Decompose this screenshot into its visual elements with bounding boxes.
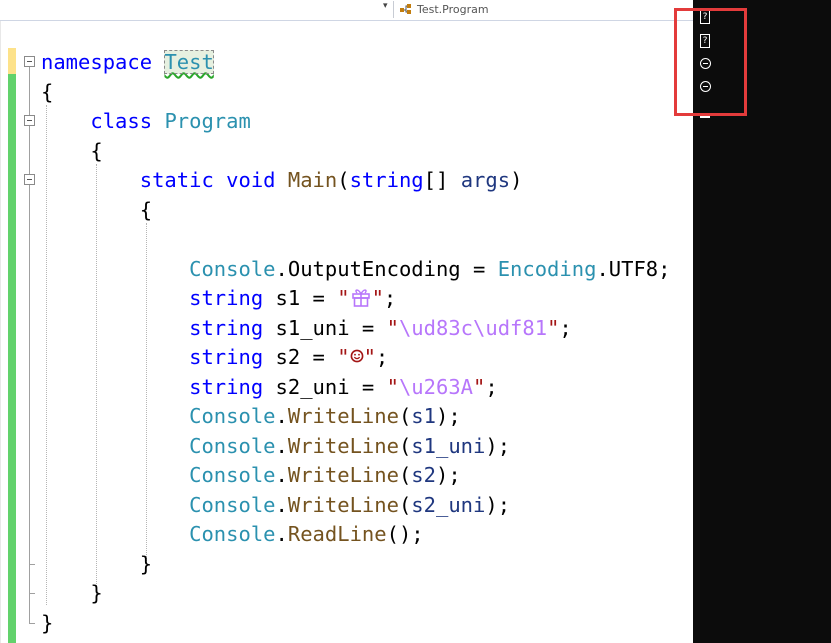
class-icon (400, 4, 411, 14)
code-line: class Program (90, 109, 251, 133)
gutter (0, 21, 1, 643)
code-line: namespace Test (41, 50, 214, 74)
gift-icon (351, 289, 370, 307)
namespace-name[interactable]: Test (164, 50, 214, 74)
code-line: Console.OutputEncoding = Encoding.UTF8; (189, 257, 671, 281)
fold-end (29, 564, 35, 565)
collapse-class-toggle[interactable] (24, 115, 35, 126)
smiley-icon (350, 349, 363, 363)
code-line: string s1 = " "; (189, 286, 397, 310)
change-indicator-unsaved (8, 48, 16, 74)
chevron-down-icon[interactable]: ▾ (383, 1, 388, 11)
fold-end (29, 623, 35, 624)
code-line: } (41, 611, 54, 635)
code-line: Console.WriteLine(s1); (189, 404, 461, 428)
code-line: { (139, 198, 153, 222)
code-line: string s2 = " "; (189, 345, 389, 369)
collapse-namespace-toggle[interactable] (24, 56, 35, 67)
code-line: { (41, 80, 54, 104)
console-cursor (700, 116, 710, 118)
code-line: Console.ReadLine(); (189, 522, 424, 546)
navigation-bar: ▾ Test.Program (0, 0, 693, 21)
namespace-dropdown[interactable] (0, 1, 394, 18)
change-indicator-saved (8, 74, 16, 643)
code-line: string s2_uni = "\u263A"; (189, 375, 498, 399)
fold-line (29, 67, 30, 623)
highlight-frame (674, 8, 747, 116)
code-line: static void Main(string[] args) (139, 168, 523, 192)
type-dropdown-label: Test.Program (417, 3, 489, 16)
code-line: } (139, 552, 153, 576)
code-line: Console.WriteLine(s2); (189, 463, 461, 487)
code-line: Console.WriteLine(s1_uni); (189, 434, 511, 458)
code-line: Console.WriteLine(s2_uni); (189, 493, 511, 517)
code-line: { (90, 139, 103, 163)
collapse-method-toggle[interactable] (24, 174, 35, 185)
code-line: } (90, 581, 103, 605)
fold-end (29, 593, 35, 594)
code-editor[interactable]: namespace Test { class Program { static … (0, 21, 693, 643)
code-line: string s1_uni = "\ud83c\udf81"; (189, 316, 572, 340)
type-dropdown[interactable]: Test.Program (396, 1, 693, 18)
